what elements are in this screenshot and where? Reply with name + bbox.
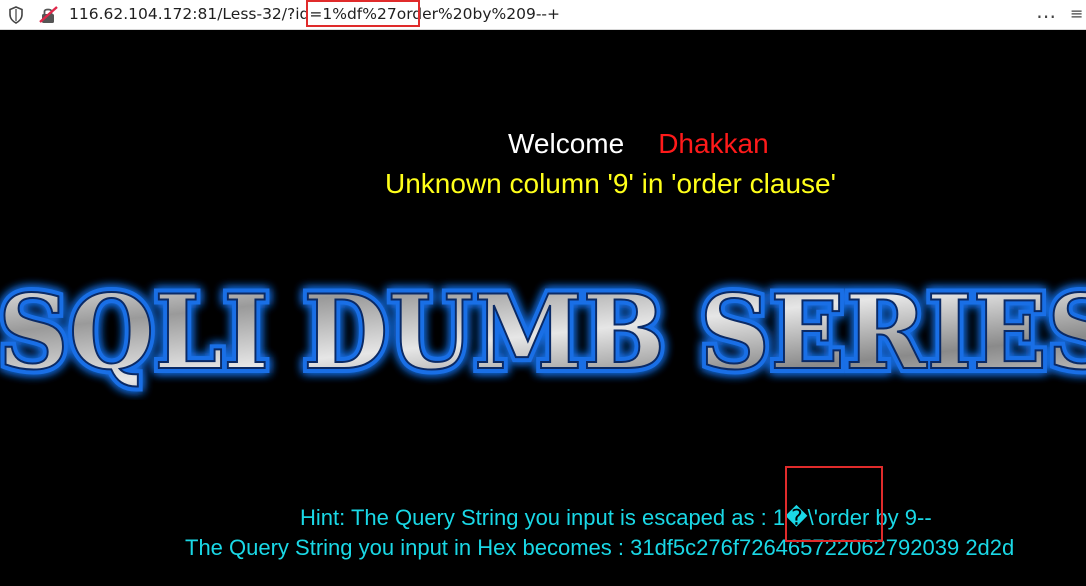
overflow-menu-icon[interactable]: ≡ bbox=[1070, 4, 1083, 23]
sqli-dumb-series-banner: SQLI DUMB SERIES SQLI DUMB SERIES bbox=[0, 270, 1086, 398]
hex-query-hint: The Query String you input in Hex become… bbox=[185, 535, 1015, 560]
welcome-label: Welcome bbox=[508, 128, 625, 159]
user-name: Dhakkan bbox=[658, 128, 769, 159]
banner-title-face: SQLI DUMB SERIES bbox=[0, 273, 1086, 393]
welcome-line: Welcome Dhakkan bbox=[508, 128, 769, 160]
hint-highlight-box bbox=[785, 466, 883, 542]
sql-error-message: Unknown column '9' in 'order clause' bbox=[385, 168, 836, 199]
shield-icon bbox=[9, 6, 23, 24]
browser-address-bar[interactable]: 116.62.104.172:81/Less-32/?id=1%df%27ord… bbox=[0, 0, 1086, 30]
more-options-icon[interactable]: ⋯ bbox=[1036, 4, 1057, 28]
insecure-connection-icon[interactable] bbox=[38, 6, 60, 24]
url-highlight-box bbox=[306, 0, 420, 27]
